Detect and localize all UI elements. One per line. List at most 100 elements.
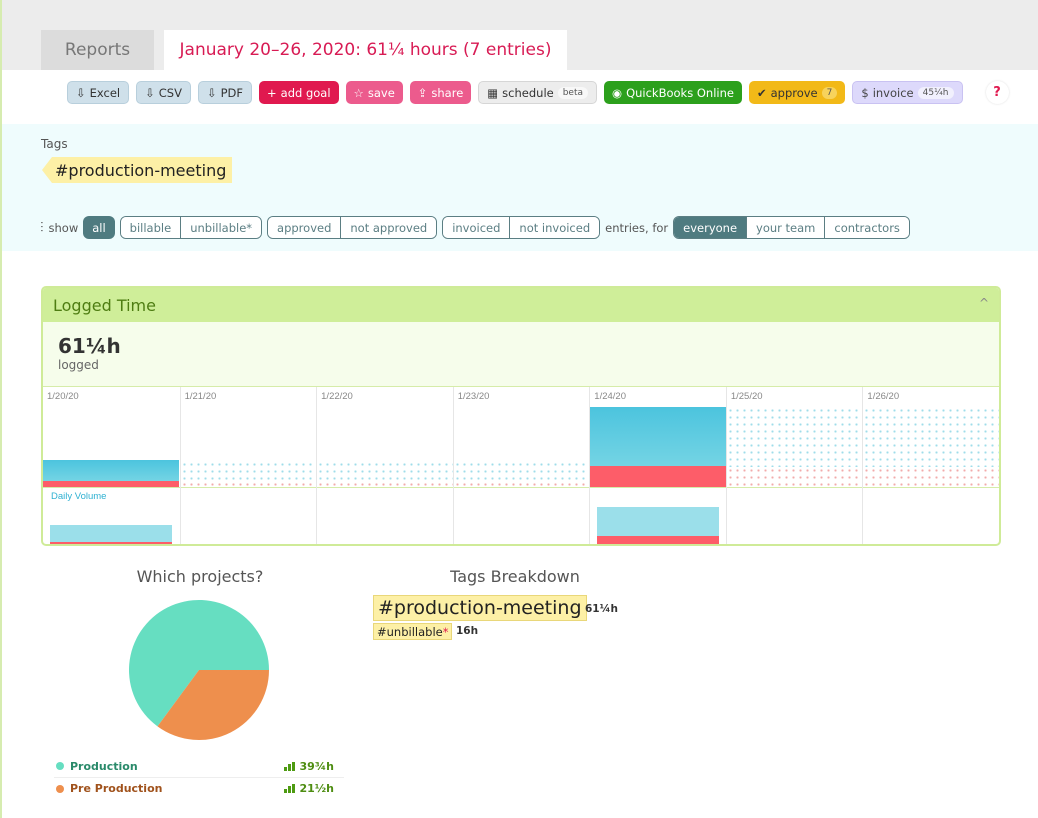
csv-label: CSV [158,85,182,100]
legend-item[interactable]: Pre Production 21½h [54,777,344,799]
plus-icon: + [267,85,277,100]
volume-billable-bar [50,525,172,543]
export-excel-button[interactable]: ⇩ Excel [67,81,130,104]
tab-current-report[interactable]: January 20–26, 2020: 61¼ hours (7 entrie… [164,30,567,70]
day-label: 1/23/20 [457,391,490,402]
star-icon: ☆ [353,85,364,100]
goal-dots-unbillable [726,467,863,487]
share-button[interactable]: ⇪ share [409,81,472,104]
unbillable-star: * [442,624,449,639]
filter-your-team[interactable]: your team [747,217,826,238]
filter-not-approved[interactable]: not approved [341,217,437,238]
entries-for-label: entries, for [605,220,669,235]
beta-badge: beta [557,86,589,99]
goal-dots-unbillable [180,481,317,487]
legend-value: 39¾h [284,760,334,773]
bar-chart-icon [284,784,296,793]
chevron-up-icon[interactable]: ^ [979,296,989,310]
filter-unbillable[interactable]: unbillable* [181,217,262,238]
total-hours: 61¼h [58,334,121,358]
filter-row: ⫶ show all billable unbillable* approved… [40,216,910,239]
cloud-download-icon: ⇩ [145,85,155,100]
breakdown-tag-main[interactable]: #production-meeting [373,595,587,621]
billable-bar[interactable] [590,407,726,467]
pdf-label: PDF [220,85,243,100]
approve-count-badge: 7 [821,86,838,99]
filter-not-invoiced[interactable]: not invoiced [510,217,600,238]
legend-hours: 21½h [299,782,334,795]
cloud-download-icon: ⇩ [206,85,217,100]
unbillable-bar[interactable] [590,466,726,487]
tab-reports[interactable]: Reports [41,30,154,70]
logged-summary: 61¼h logged [43,322,999,386]
goal-dots-unbillable [453,481,590,487]
filter-everyone[interactable]: everyone [674,217,748,238]
day-column: 1/24/20 [589,387,726,544]
volume-billable-bar [597,506,719,537]
check-badge-icon: ✔ [756,85,767,100]
tags-label: Tags [41,137,68,151]
export-csv-button[interactable]: ⇩ CSV [136,81,191,104]
active-tag-chip[interactable]: #production-meeting [41,157,233,183]
day-column: 1/25/20 [725,387,863,544]
goal-dots [180,461,317,481]
billable-bar[interactable] [43,459,179,481]
breakdown-tag-main-hours: 61¼h [585,603,618,615]
daily-chart: Daily Volume 1/20/20 1/21/20 1/22/20 1/23/2… [43,386,999,544]
legend-hours: 39¾h [299,759,334,773]
goal-dots-unbillable [863,467,999,487]
calendar-icon: ▦ [487,85,499,100]
approval-filter-group: approved not approved [267,216,438,239]
goal-dots [453,461,590,481]
approve-label: approve [770,85,818,100]
filter-all[interactable]: all [83,216,115,239]
legend-label: Production [70,759,138,773]
quickbooks-button[interactable]: ◉ QuickBooks Online [604,81,742,104]
invoice-label: invoice [872,85,914,100]
show-label: show [48,220,79,235]
legend-item[interactable]: Production 39¾h [54,755,344,777]
volume-unbillable-bar [50,542,172,544]
people-filter-group: everyone your team contractors [673,216,910,239]
save-button[interactable]: ☆ save [345,81,403,104]
invoice-hours-badge: 45¼h [917,86,954,99]
projects-title: Which projects? [136,567,264,586]
approve-button[interactable]: ✔ approve 7 [748,81,846,104]
goal-dots [317,461,453,481]
invoice-button[interactable]: $ invoice 45¼h [852,81,963,104]
dollar-icon: $ [861,85,869,100]
share-label: share [431,85,464,100]
save-label: save [367,85,395,100]
day-label: 1/26/20 [867,391,900,402]
logged-time-card: Logged Time ^ 61¼h logged Daily Volume 1… [41,286,1001,546]
day-label: 1/25/20 [730,391,763,402]
day-label: 1/20/20 [47,391,79,402]
add-goal-button[interactable]: + add goal [259,81,339,104]
schedule-label: schedule [502,85,554,100]
invoice-filter-group: invoiced not invoiced [442,216,601,239]
volume-unbillable-bar [597,536,719,544]
filter-billable[interactable]: billable [120,217,182,238]
day-column: 1/26/20 [862,387,999,544]
legend-dot [56,762,64,770]
projects-legend: Production 39¾h Pre Production 21½h [54,755,344,799]
legend-dot [56,784,64,793]
goal-dots [726,407,863,467]
tags-breakdown-title: Tags Breakdown [450,567,580,586]
total-label: logged [58,358,99,372]
quickbooks-label: QuickBooks Online [626,85,734,100]
schedule-button[interactable]: ▦ schedule beta [478,81,598,104]
help-button[interactable]: ? [985,81,1009,104]
breakdown-tag-unbillable[interactable]: #unbillable * [373,623,453,640]
bar-chart-icon [284,761,296,771]
export-pdf-button[interactable]: ⇩ PDF [197,81,252,104]
unbillable-bar[interactable] [43,480,179,487]
filter-invoiced[interactable]: invoiced [443,217,511,238]
filter-approved[interactable]: approved [268,217,342,238]
filters-panel: Tags #production-meeting ⫶ show all bill… [2,124,1038,251]
filter-contractors[interactable]: contractors [825,217,909,238]
unbillable-tag-label: #unbillable [377,624,443,639]
legend-label: Pre Production [70,782,163,795]
goal-dots [863,407,999,467]
logged-time-header[interactable]: Logged Time ^ [43,288,999,322]
